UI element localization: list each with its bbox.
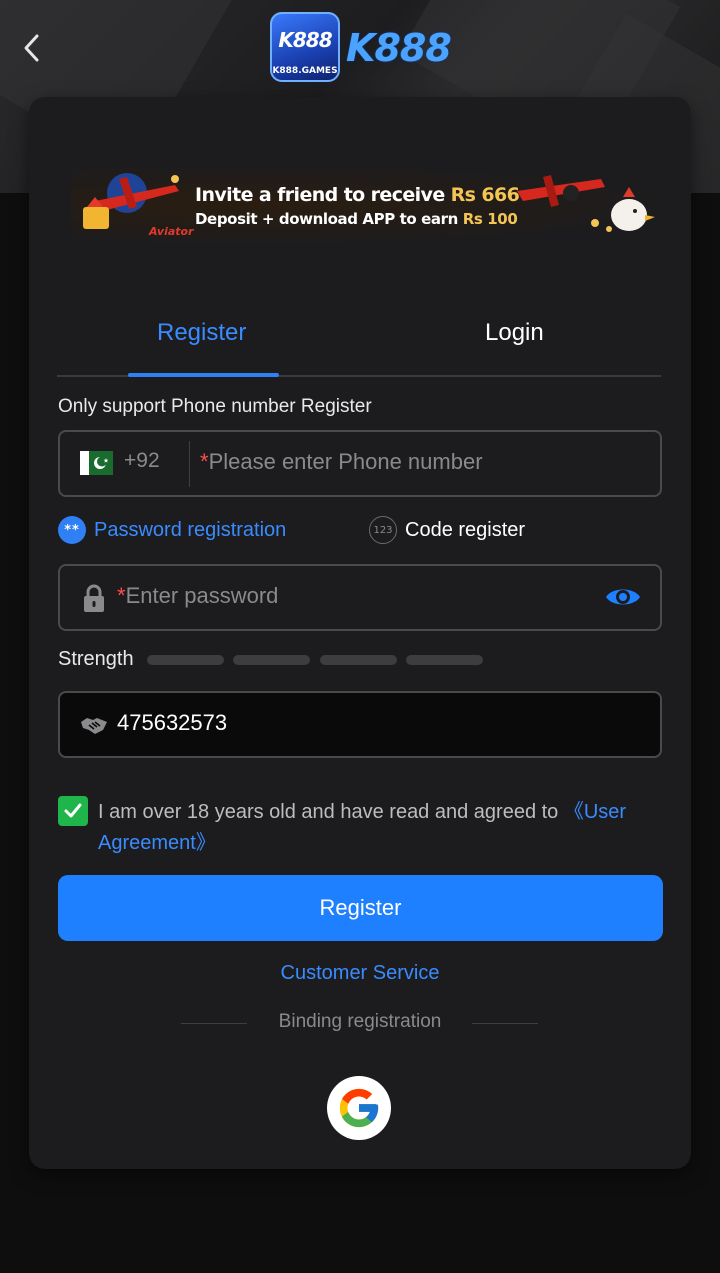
lock-icon — [84, 584, 104, 612]
plane-chicken-illustration — [517, 175, 655, 232]
invite-code-value[interactable]: 475632573 — [117, 710, 227, 736]
tab-login[interactable]: Login — [485, 319, 544, 347]
password-input[interactable]: *Enter password — [117, 583, 278, 609]
promo-banner[interactable]: Aviator Invite a friend to receive Rs 66… — [71, 165, 661, 245]
code-mode-icon: 123 — [369, 516, 397, 544]
logo-badge-subtext: K888.GAMES — [272, 66, 338, 76]
register-card: Aviator Invite a friend to receive Rs 66… — [29, 97, 691, 1169]
password-registration-option[interactable]: ** Password registration — [58, 515, 286, 545]
required-mark: * — [117, 583, 126, 608]
phone-input[interactable]: *Please enter Phone number — [200, 449, 483, 475]
logo-badge: K888 K888.GAMES — [270, 12, 340, 82]
country-code[interactable]: +92 — [124, 449, 160, 473]
agree-checkbox[interactable] — [58, 796, 88, 826]
strength-label: Strength — [58, 648, 134, 670]
auth-tabs: Register Login — [57, 297, 661, 377]
banner-line-1: Invite a friend to receive Rs 666 — [195, 184, 520, 206]
register-button[interactable]: Register — [58, 875, 663, 941]
customer-service-link[interactable]: Customer Service — [29, 962, 691, 985]
agreement-text: I am over 18 years old and have read and… — [98, 797, 658, 859]
active-tab-indicator — [128, 373, 279, 377]
invite-code-field[interactable]: 475632573 — [58, 691, 662, 758]
phone-placeholder: Please enter Phone number — [208, 449, 483, 474]
field-divider — [189, 441, 190, 487]
code-register-option[interactable]: 123 Code register — [369, 515, 525, 545]
checkmark-icon — [64, 803, 82, 818]
password-placeholder: Enter password — [125, 583, 279, 608]
banner-line-2-text: Deposit + download APP to earn — [195, 210, 458, 228]
code-register-label: Code register — [405, 518, 526, 541]
back-button[interactable] — [14, 28, 50, 68]
tab-register[interactable]: Register — [157, 319, 246, 347]
chevron-left-icon — [24, 34, 39, 62]
handshake-icon — [81, 718, 107, 734]
strength-bar — [233, 655, 310, 665]
banner-amount-1: Rs 666 — [450, 184, 520, 206]
required-mark: * — [200, 449, 209, 474]
banner-line-2: Deposit + download APP to earn Rs 100 — [195, 210, 518, 228]
pakistan-flag-icon[interactable] — [80, 451, 113, 475]
google-icon — [339, 1088, 379, 1128]
binding-registration-label: Binding registration — [278, 1011, 442, 1032]
logo-badge-text: K888 — [278, 28, 332, 52]
banner-amount-2: Rs 100 — [462, 210, 518, 228]
aviator-plane-illustration: Aviator — [83, 173, 194, 238]
password-field[interactable]: *Enter password — [58, 564, 662, 631]
strength-bar — [147, 655, 224, 665]
banner-line-1-text: Invite a friend to receive — [195, 184, 445, 206]
aviator-tag: Aviator — [148, 225, 194, 238]
crescent-star-icon — [94, 456, 109, 469]
phone-support-hint: Only support Phone number Register — [58, 396, 372, 417]
logo-wordmark: K888 — [346, 26, 452, 70]
strength-bar — [320, 655, 397, 665]
google-signin-button[interactable] — [327, 1076, 391, 1140]
k888-logo: K888 K888.GAMES K888 — [270, 12, 452, 84]
password-registration-label: Password registration — [94, 518, 287, 541]
password-mode-icon: ** — [58, 516, 86, 544]
divider-line — [472, 1023, 538, 1024]
agreement-statement: I am over 18 years old and have read and… — [98, 801, 564, 823]
phone-field[interactable]: +92 *Please enter Phone number — [58, 430, 662, 497]
strength-bar — [406, 655, 483, 665]
eye-icon[interactable] — [604, 582, 642, 612]
